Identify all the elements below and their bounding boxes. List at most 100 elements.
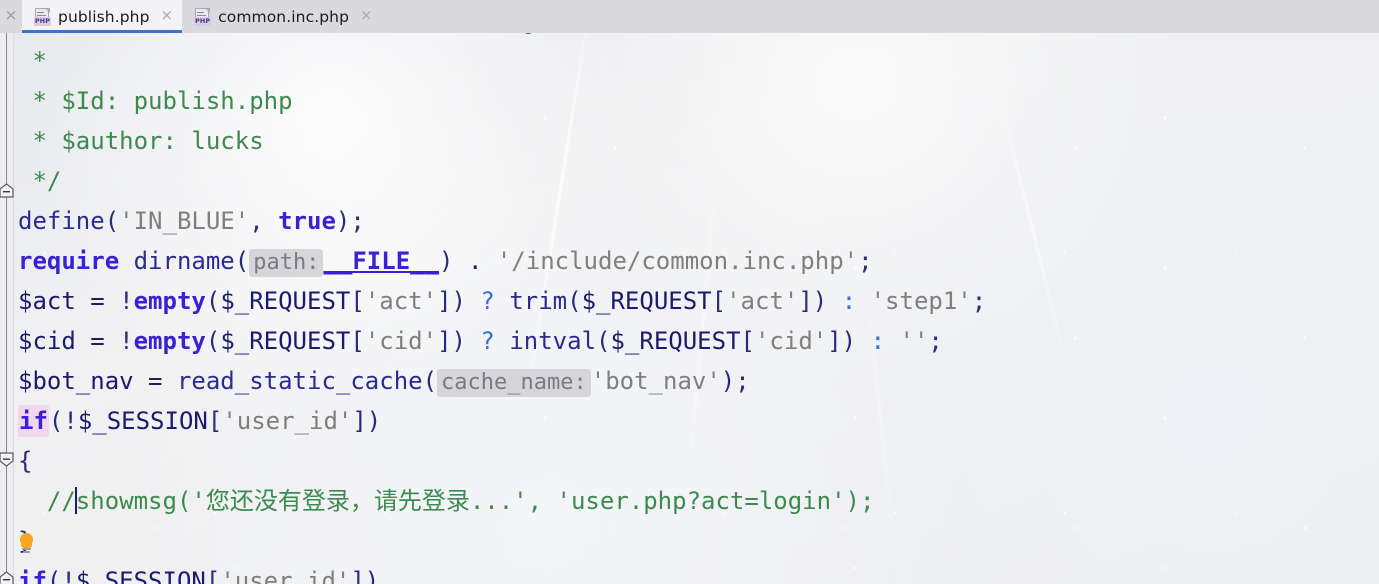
code-token: ; <box>928 327 943 355</box>
php-file-icon: PHP <box>34 7 51 26</box>
line-star-1[interactable]: * <box>15 41 1379 81</box>
code-token: ! <box>119 287 134 315</box>
code-token: showmsg('您还没有登录，请先登录...', 'user.php?act=… <box>75 487 875 515</box>
code-token: ); <box>720 367 750 395</box>
tab-publish-php[interactable]: PHP publish.php × <box>22 0 183 33</box>
code-token: '' <box>899 327 929 355</box>
code-token: [ <box>350 327 365 355</box>
code-token: This is not a freeware, use is subject t… <box>18 33 827 35</box>
code-token: dirname <box>133 247 235 275</box>
close-icon[interactable]: × <box>360 8 373 25</box>
line-act[interactable]: $act = !empty($_REQUEST['act']) ? trim($… <box>15 281 1379 321</box>
code-token: ( <box>422 367 438 395</box>
fold-collapse-if-end[interactable] <box>0 571 14 584</box>
code-token: [ <box>207 407 223 435</box>
line-if[interactable]: if(!$_SESSION['user_id']) <box>15 401 1379 441</box>
code-token: empty <box>133 287 206 315</box>
code-token: ]) <box>437 287 466 315</box>
code-token: . <box>453 247 497 275</box>
code-token: $_REQUEST <box>581 287 712 315</box>
code-token: intval <box>509 327 597 355</box>
code-token: : <box>870 327 886 355</box>
code-token: true <box>278 207 336 235</box>
code-token: ); <box>335 207 365 235</box>
code-token: path: <box>249 249 324 277</box>
code-token: define <box>18 207 105 235</box>
code-token: ( <box>205 327 221 355</box>
line-if-next[interactable]: if(!$_SESSION['user_id']) <box>15 561 1379 584</box>
line-license[interactable]: This is not a freeware, use is subject t… <box>15 33 1379 41</box>
code-token: 'bot_nav' <box>590 367 721 395</box>
code-token: 'cid' <box>754 327 828 355</box>
line-open-brace[interactable]: { <box>15 441 1379 481</box>
code-text-area[interactable]: This is not a freeware, use is subject t… <box>15 33 1379 584</box>
line-close-brace[interactable]: } <box>15 521 1379 561</box>
fold-collapse-if-block[interactable] <box>0 452 14 467</box>
ide-window: × PHP publish.php × PHP common.inc.php × <box>0 0 1379 584</box>
code-token: ( <box>205 287 221 315</box>
code-token: require <box>18 247 120 275</box>
code-token: $bot_nav <box>18 367 134 395</box>
editor-tab-bar: × PHP publish.php × PHP common.inc.php × <box>0 0 1379 33</box>
code-token: 'IN_BLUE' <box>119 207 250 235</box>
line-define[interactable]: define('IN_BLUE', true); <box>15 201 1379 241</box>
code-token: $_SESSION <box>77 407 208 435</box>
line-comment-end[interactable]: */ <box>15 161 1379 201</box>
code-token: [ <box>205 567 221 584</box>
code-token: ! <box>61 567 76 584</box>
code-token: read_static_cache <box>176 367 423 395</box>
code-token: ( <box>104 207 120 235</box>
code-token: = <box>75 287 120 315</box>
code-token: 'act' <box>726 287 799 315</box>
code-token: [ <box>711 287 727 315</box>
php-badge-label: PHP <box>194 16 212 26</box>
code-token: if <box>18 567 47 584</box>
code-token: 'cid' <box>364 327 438 355</box>
php-file-icon: PHP <box>194 7 212 26</box>
code-token: if <box>18 405 49 437</box>
code-editor[interactable]: This is not a freeware, use is subject t… <box>0 33 1379 584</box>
code-token: : <box>841 287 857 315</box>
code-token: $_REQUEST <box>220 327 351 355</box>
code-token: $_SESSION <box>75 567 206 584</box>
fold-collapse-comment-block[interactable] <box>0 183 14 198</box>
tab-common-inc-php[interactable]: PHP common.inc.php × <box>182 0 382 33</box>
code-token: $cid <box>18 327 76 355</box>
code-token: ]) <box>827 327 857 355</box>
code-token: ? <box>480 287 495 315</box>
line-author[interactable]: * $author: lucks <box>15 121 1379 161</box>
line-id[interactable]: * $Id: publish.php <box>15 81 1379 121</box>
code-token: $_REQUEST <box>610 327 741 355</box>
close-icon[interactable]: × <box>161 8 174 25</box>
code-token: $act <box>18 287 76 315</box>
line-showmsg-comment[interactable]: //showmsg('您还没有登录，请先登录...', 'user.php?ac… <box>15 481 1379 521</box>
code-token: ? <box>480 327 495 355</box>
code-token: ]) <box>350 567 380 584</box>
line-botnav[interactable]: $bot_nav = read_static_cache(cache_name:… <box>15 361 1379 401</box>
code-token: */ <box>18 167 62 195</box>
tab-label: publish.php <box>58 7 150 26</box>
code-token: ( <box>48 407 64 435</box>
code-token: [ <box>740 327 755 355</box>
code-token: trim <box>509 287 568 315</box>
line-require[interactable]: require dirname(path: __FILE__) . '/inclu… <box>15 241 1379 281</box>
code-token: // <box>18 487 76 515</box>
php-badge-label: PHP <box>34 16 51 26</box>
line-cid[interactable]: $cid = !empty($_REQUEST['cid']) ? intval… <box>15 321 1379 361</box>
lightbulb-icon[interactable] <box>17 533 36 555</box>
tab-bar-left-close-icon[interactable]: × <box>0 0 22 33</box>
code-token: 'act' <box>364 287 438 315</box>
code-token: 'user_id' <box>222 407 353 435</box>
code-token: ( <box>46 567 62 584</box>
gutter-fold-rail <box>6 33 7 584</box>
code-token: = <box>75 327 120 355</box>
code-token: * <box>18 47 47 75</box>
code-token: ; <box>971 287 987 315</box>
editor-gutter[interactable] <box>0 33 14 584</box>
code-token: = <box>133 367 177 395</box>
